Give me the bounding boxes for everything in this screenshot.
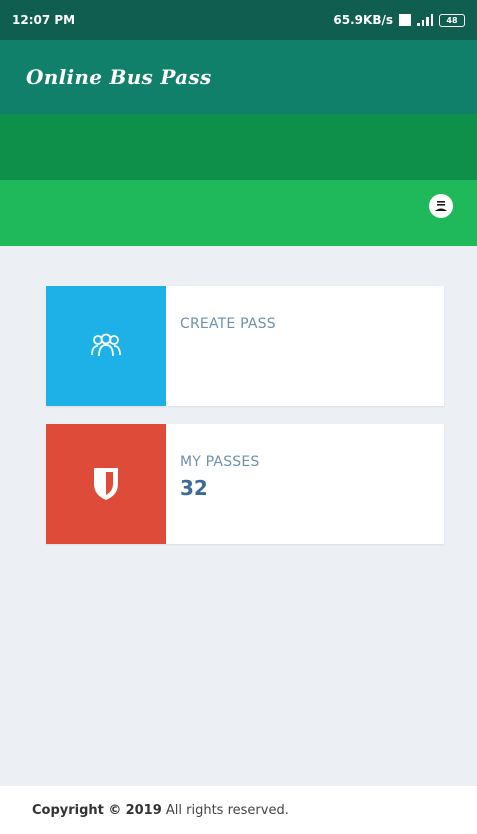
signal-icon <box>417 14 433 26</box>
group-users-icon <box>91 333 121 357</box>
footer: Copyright © 2019 All rights reserved. <box>0 786 477 834</box>
shield-icon <box>94 468 118 500</box>
my-passes-icon-tile <box>46 424 166 544</box>
my-passes-count: 32 <box>180 476 208 500</box>
status-time: 12:07 PM <box>12 13 76 27</box>
my-passes-body: MY PASSES 32 <box>166 424 260 544</box>
profile-button[interactable] <box>429 194 453 218</box>
my-passes-card[interactable]: MY PASSES 32 <box>46 424 444 544</box>
battery-icon: 48 <box>439 13 465 27</box>
app-bar: Online Bus Pass <box>0 40 477 114</box>
account-icon <box>435 201 447 211</box>
network-speed: 65.9KB/s <box>333 13 393 27</box>
status-indicators: 65.9KB/s 48 <box>333 13 465 27</box>
my-passes-label: MY PASSES <box>180 454 260 470</box>
copyright-rights: All rights reserved. <box>165 802 289 818</box>
sim-icon <box>399 14 411 26</box>
dashboard-content: CREATE PASS MY PASSES 32 <box>0 246 477 786</box>
create-pass-body: CREATE PASS <box>166 286 276 406</box>
create-pass-label: CREATE PASS <box>180 316 276 332</box>
create-pass-icon-tile <box>46 286 166 406</box>
app-title: Online Bus Pass <box>26 65 212 89</box>
copyright-year: 2019 <box>125 802 162 818</box>
header-band-light <box>0 180 477 246</box>
status-bar: 12:07 PM 65.9KB/s 48 <box>0 0 477 40</box>
header-band-dark <box>0 114 477 180</box>
copyright-prefix: Copyright © <box>32 802 122 818</box>
battery-level: 48 <box>446 15 458 25</box>
create-pass-card[interactable]: CREATE PASS <box>46 286 444 406</box>
